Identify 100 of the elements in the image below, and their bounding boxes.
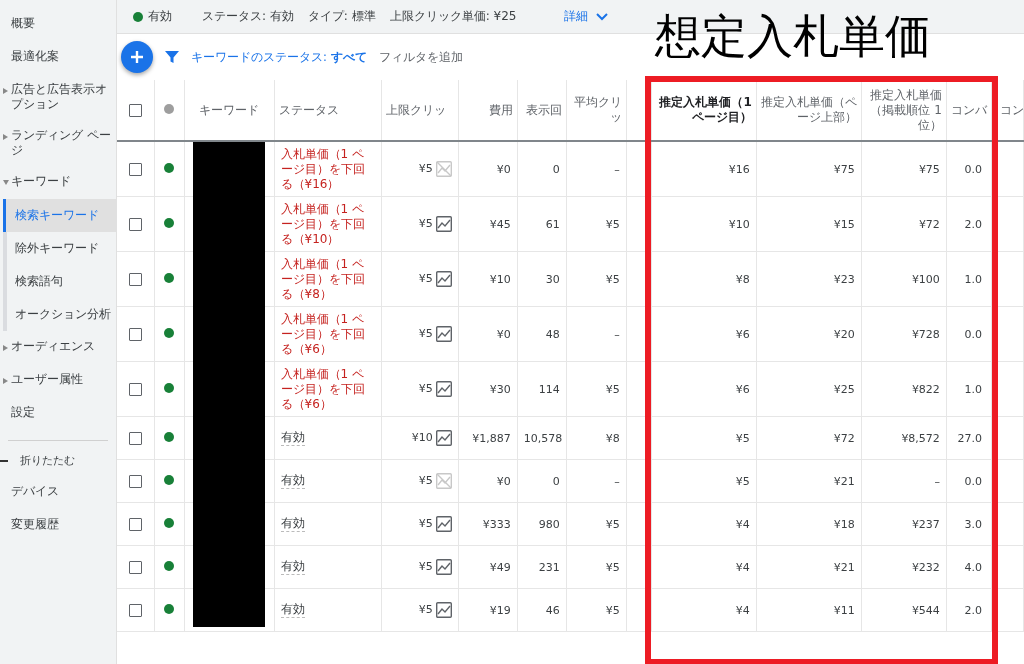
table-cell: ¥75: [918, 162, 940, 176]
table-cell: ¥822: [911, 382, 940, 396]
status-text[interactable]: 有効: [280, 602, 305, 618]
table-cell: 4.0: [964, 560, 982, 574]
table-cell: 114: [538, 382, 560, 396]
nav-item[interactable]: ユーザー属性: [0, 364, 116, 397]
add-button[interactable]: [121, 41, 153, 73]
table-cell: ¥5: [418, 162, 433, 175]
status-dot-icon: [164, 560, 174, 571]
table-cell: ¥5: [605, 517, 620, 531]
column-header[interactable]: 表示回: [521, 102, 562, 118]
nav-item[interactable]: キーワード: [0, 166, 116, 199]
table-cell: ¥237: [911, 517, 940, 531]
table-cell: ¥10: [489, 272, 511, 286]
status-text[interactable]: 入札単価（1 ページ目）を下回る（¥10）: [280, 201, 375, 247]
checkbox[interactable]: [128, 431, 142, 445]
table-cell: ¥21: [833, 560, 855, 574]
table-cell: ¥20: [833, 327, 855, 341]
table-cell: 980: [538, 517, 560, 531]
checkbox[interactable]: [128, 603, 142, 617]
table-cell: ¥8: [605, 431, 620, 445]
nav-item[interactable]: 設定: [0, 397, 116, 430]
column-header[interactable]: 費用: [462, 102, 513, 118]
table-cell: ¥30: [489, 382, 511, 396]
table-cell: ¥1,887: [472, 431, 511, 445]
checkbox[interactable]: [128, 162, 142, 176]
add-filter-link[interactable]: フィルタを追加: [378, 49, 463, 65]
table-cell: –: [934, 474, 940, 488]
checkbox[interactable]: [128, 327, 142, 341]
table-cell: ¥10: [411, 431, 433, 444]
status-dot-icon: [164, 603, 174, 614]
checkbox[interactable]: [128, 517, 142, 531]
table-cell: ¥16: [728, 162, 750, 176]
checkbox[interactable]: [128, 217, 142, 231]
status-text[interactable]: 有効: [280, 430, 305, 446]
table-cell: ¥5: [418, 327, 433, 340]
nav-item[interactable]: 広告と広告表示オプション: [0, 74, 116, 120]
column-header[interactable]: コンバ: [950, 102, 987, 118]
table-cell: 2.0: [964, 603, 982, 617]
column-header[interactable]: 上限クリッ: [385, 102, 454, 118]
table-cell: ¥5: [418, 517, 433, 530]
nav-item[interactable]: 除外キーワード: [7, 232, 116, 265]
status-text[interactable]: 入札単価（1 ページ目）を下回る（¥8）: [280, 256, 375, 302]
table-cell: 231: [538, 560, 560, 574]
table-cell: ¥5: [735, 474, 750, 488]
table-cell: ¥8,572: [901, 431, 940, 445]
status-dot-icon: [164, 217, 174, 228]
table-cell: 3.0: [964, 517, 982, 531]
collapse-button[interactable]: 折りたたむ: [0, 445, 116, 476]
table-cell: 1.0: [964, 272, 982, 286]
column-header[interactable]: キーワード: [188, 102, 270, 118]
checkbox[interactable]: [128, 560, 142, 574]
checkbox[interactable]: [128, 103, 142, 117]
nav-item[interactable]: 検索語句: [7, 265, 116, 298]
table-cell: ¥5: [605, 560, 620, 574]
table-cell: ¥544: [911, 603, 940, 617]
table-cell: ¥45: [489, 217, 511, 231]
table-cell: ¥5: [418, 272, 433, 285]
status-text[interactable]: 有効: [280, 516, 305, 532]
nav-item[interactable]: 検索キーワード: [3, 199, 116, 232]
table-cell: ¥333: [482, 517, 511, 531]
nav-item[interactable]: 最適化案: [0, 41, 116, 74]
table-cell: 1.0: [964, 382, 982, 396]
column-header[interactable]: 推定入札単価（ページ上部）: [760, 95, 857, 125]
status-text[interactable]: 入札単価（1 ページ目）を下回る（¥6）: [280, 366, 375, 412]
status-text: ステータス: 有効: [202, 8, 294, 25]
details-link[interactable]: 詳細: [564, 8, 609, 25]
table-cell: ¥4: [735, 517, 750, 531]
column-header[interactable]: ステータス: [278, 102, 377, 118]
checkbox[interactable]: [128, 382, 142, 396]
checkbox[interactable]: [128, 474, 142, 488]
table-cell: ¥5: [605, 603, 620, 617]
column-header[interactable]: 平均クリッ: [570, 95, 622, 125]
column-header[interactable]: コン: [999, 102, 1023, 118]
type-text: タイプ: 標準: [307, 8, 376, 25]
table-cell: 27.0: [957, 431, 982, 445]
checkbox[interactable]: [128, 272, 142, 286]
table-cell: ¥6: [735, 327, 750, 341]
nav-item[interactable]: オーディエンス: [0, 331, 116, 364]
filter-icon: [165, 50, 179, 64]
table-cell: 0.0: [964, 162, 982, 176]
annotation-title: 想定入札単価: [655, 8, 931, 65]
status-text[interactable]: 有効: [280, 473, 305, 489]
nav-item[interactable]: デバイス: [0, 476, 116, 509]
nav-item[interactable]: ランディング ページ: [0, 120, 116, 166]
column-header[interactable]: 推定入札単価（1 ページ目）: [655, 95, 752, 125]
nav-item[interactable]: 変更履歴: [0, 509, 116, 542]
status-dot-icon: [164, 327, 174, 338]
filter-chip[interactable]: キーワードのステータス: すべて: [191, 49, 367, 65]
max-cpc-text: 上限クリック単価: ¥25: [389, 8, 517, 25]
nav-item[interactable]: 概要: [0, 8, 116, 41]
status-text[interactable]: 有効: [280, 559, 305, 575]
column-header[interactable]: 推定入札単価（掲載順位 1 位）: [865, 87, 942, 133]
nav-item[interactable]: オークション分析: [7, 298, 116, 331]
table-cell: ¥18: [833, 517, 855, 531]
table-cell: ¥72: [833, 431, 855, 445]
table-cell: ¥0: [496, 162, 511, 176]
status-text[interactable]: 入札単価（1 ページ目）を下回る（¥16）: [280, 146, 375, 192]
table-cell: ¥0: [496, 327, 511, 341]
status-text[interactable]: 入札単価（1 ページ目）を下回る（¥6）: [280, 311, 375, 357]
